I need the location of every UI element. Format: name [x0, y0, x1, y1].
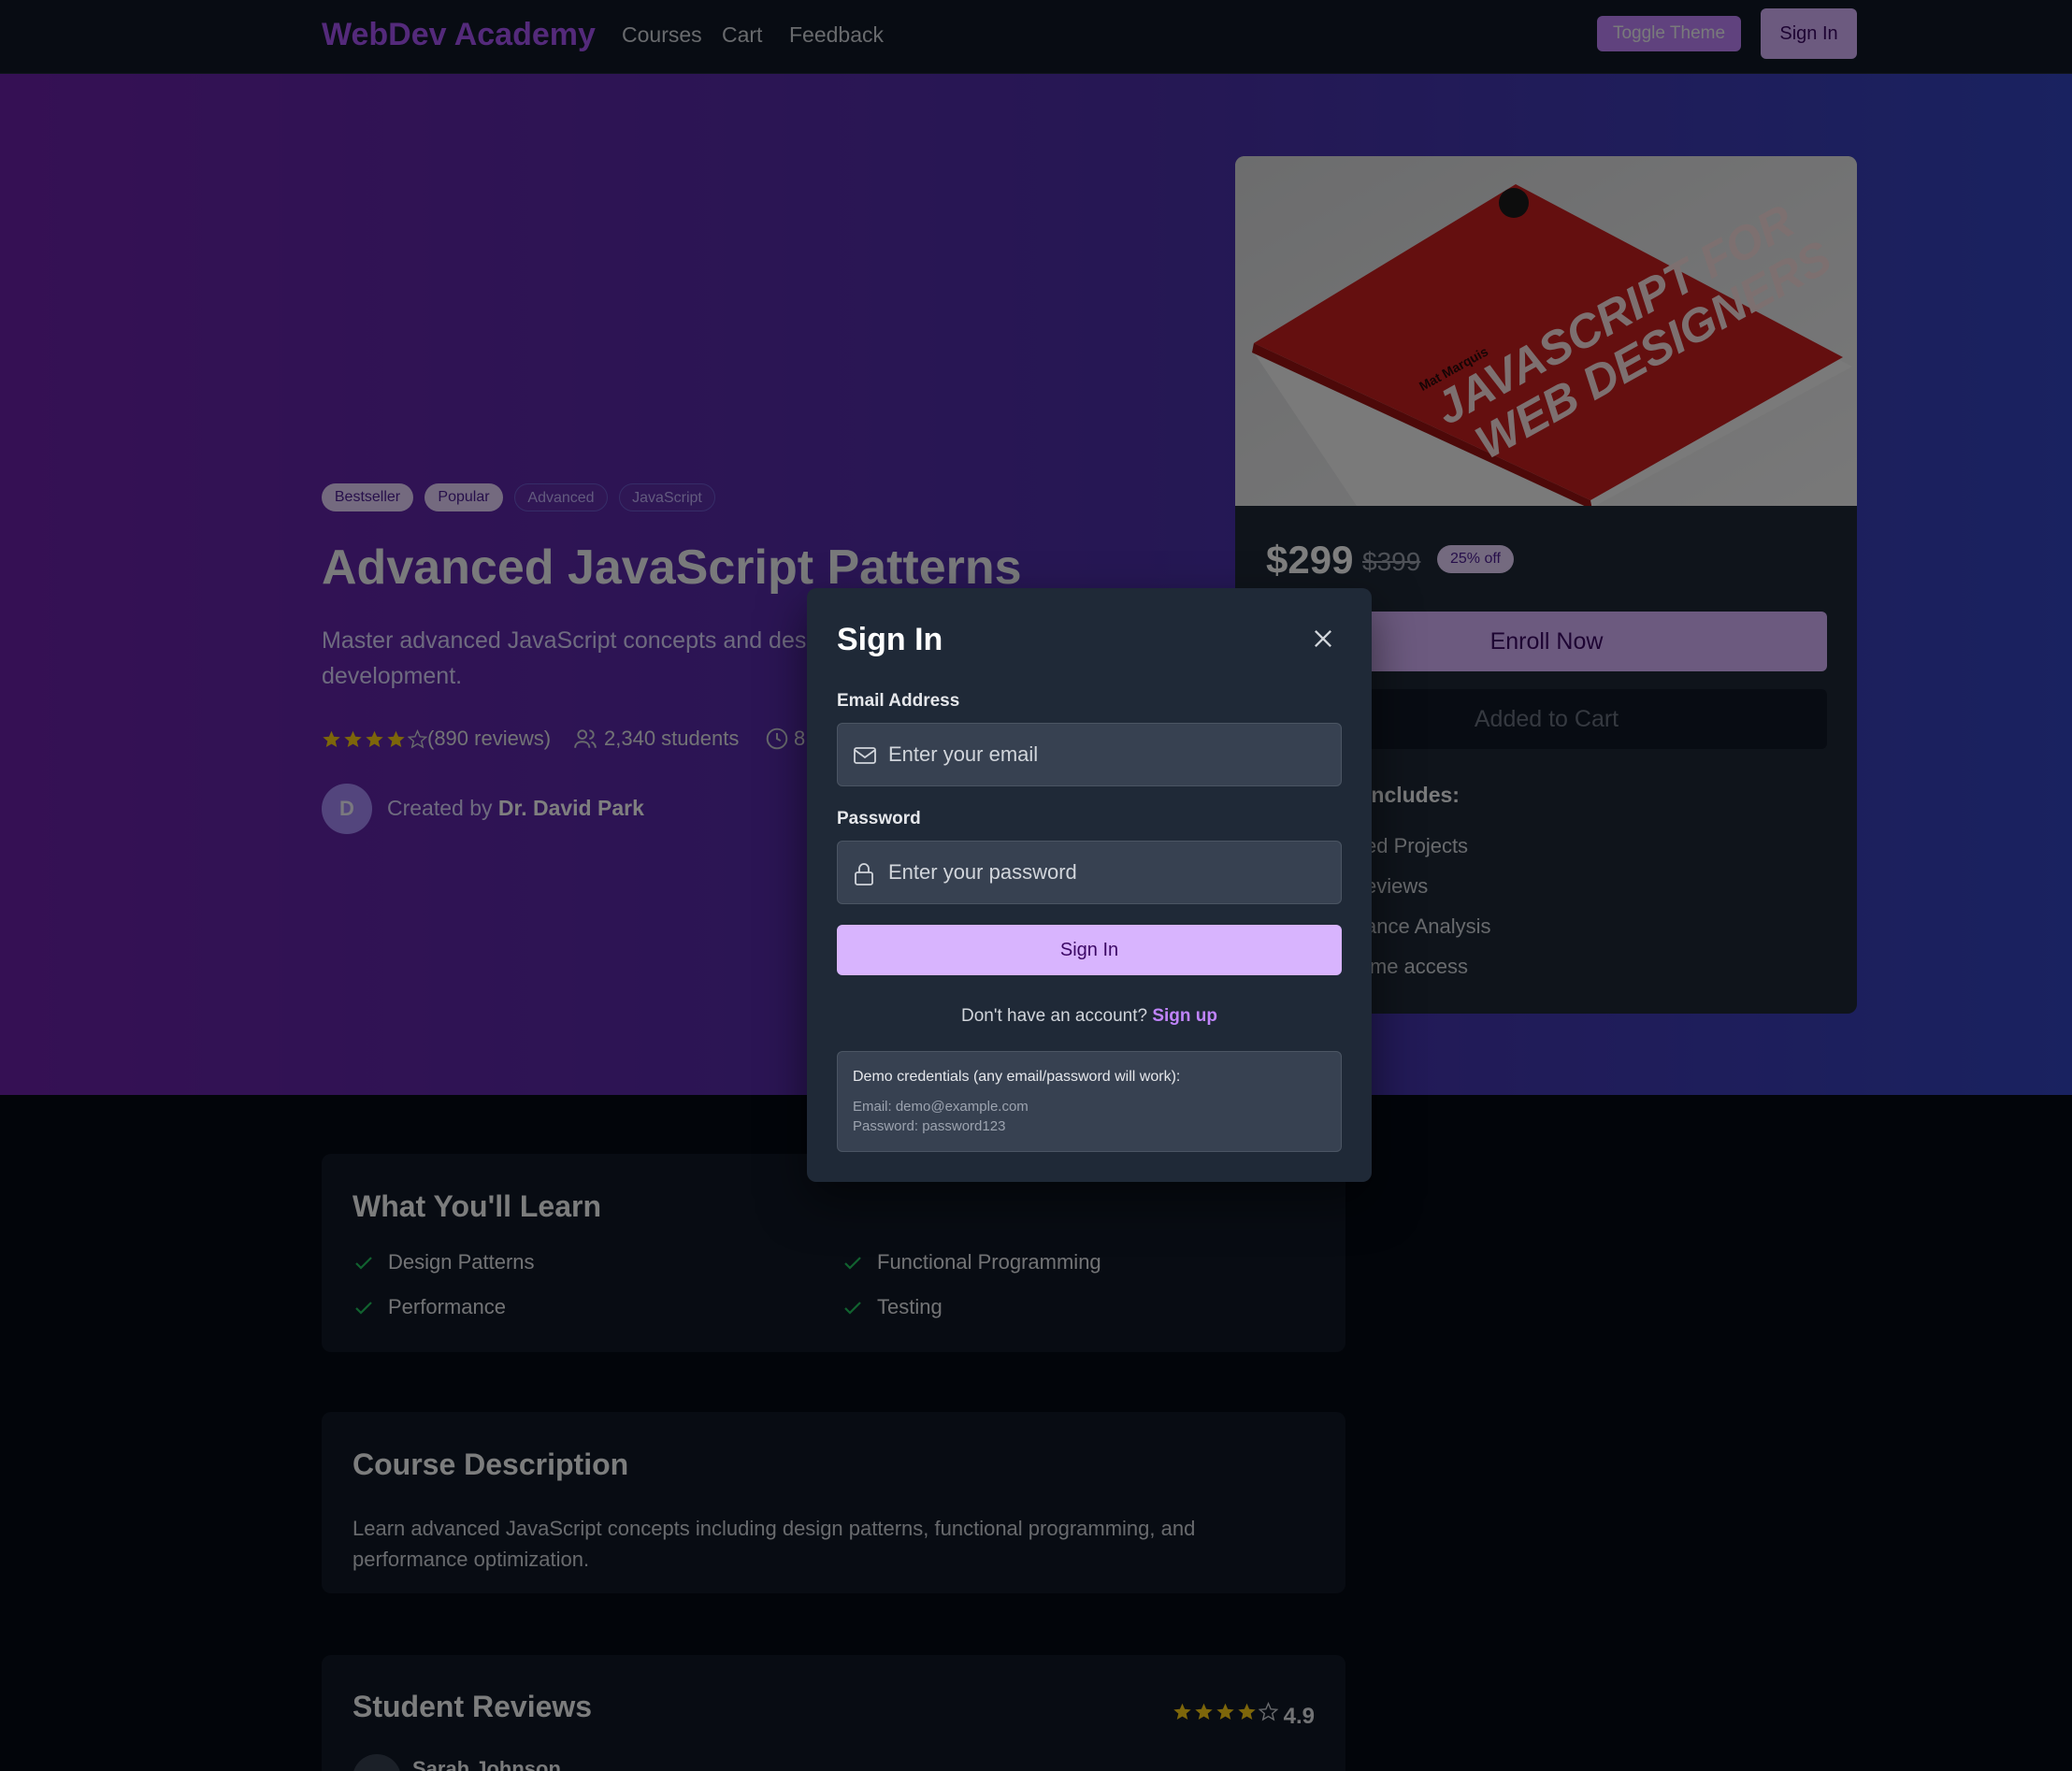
- lock-icon: [855, 863, 873, 886]
- submit-sign-in-button[interactable]: Sign In: [837, 925, 1342, 975]
- email-label: Email Address: [837, 691, 960, 711]
- demo-credentials: Demo credentials (any email/password wil…: [837, 1051, 1342, 1152]
- password-input[interactable]: [888, 842, 1328, 903]
- sign-up-link[interactable]: Sign up: [1152, 1006, 1217, 1026]
- mail-icon: [854, 747, 876, 764]
- sign-in-modal: Sign In Email Address Password Sign In D…: [807, 588, 1372, 1182]
- demo-email: Email: demo@example.com: [853, 1099, 1029, 1115]
- signup-prompt: Don't have an account? Sign up: [807, 1006, 1372, 1027]
- password-field[interactable]: [837, 841, 1342, 904]
- demo-heading: Demo credentials (any email/password wil…: [853, 1069, 1181, 1085]
- close-icon[interactable]: [1310, 626, 1336, 652]
- password-label: Password: [837, 809, 921, 828]
- modal-title: Sign In: [837, 622, 943, 657]
- email-field[interactable]: [837, 723, 1342, 786]
- demo-password: Password: password123: [853, 1118, 1006, 1134]
- no-account-text: Don't have an account?: [961, 1006, 1148, 1026]
- email-input[interactable]: [888, 724, 1328, 785]
